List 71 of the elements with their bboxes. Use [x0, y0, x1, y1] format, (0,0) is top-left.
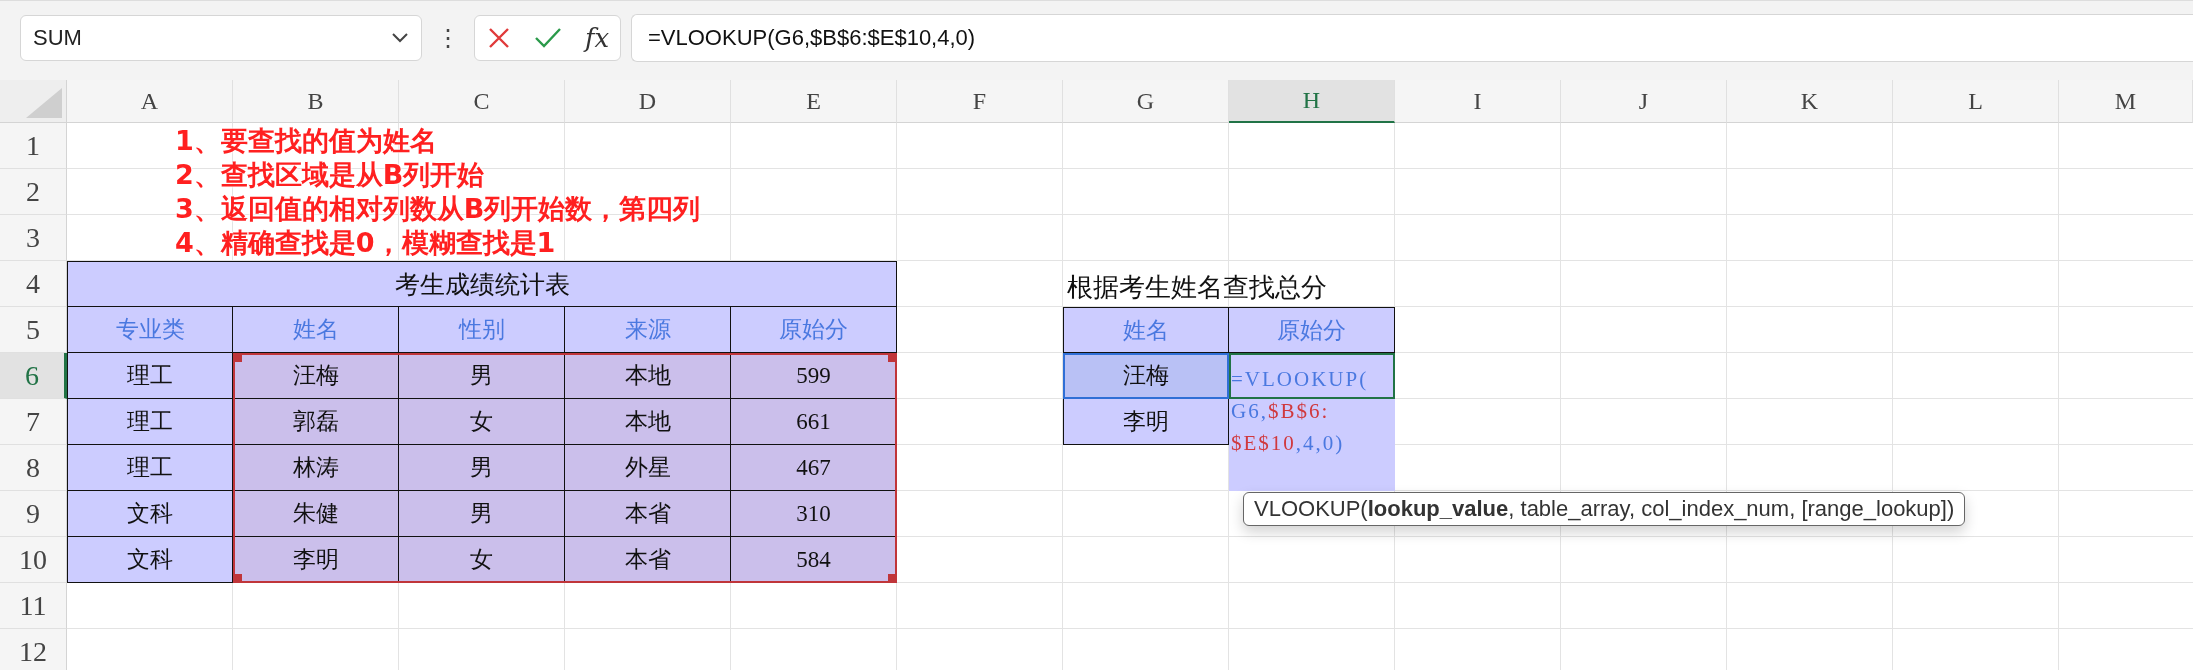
row-header[interactable]: 10 [0, 537, 67, 583]
column-header[interactable]: A [67, 80, 233, 123]
row-header[interactable]: 2 [0, 169, 67, 215]
table-cell: 男 [399, 353, 565, 399]
table-cell: 本省 [565, 537, 731, 583]
column-heading: 姓名 [1063, 307, 1229, 353]
column-header[interactable]: F [897, 80, 1063, 123]
table-cell: 599 [731, 353, 897, 399]
column-heading: 专业类 [67, 307, 233, 353]
table-cell: 李明 [233, 537, 399, 583]
column-header[interactable]: L [1893, 80, 2059, 123]
table-cell: 李明 [1063, 399, 1229, 445]
table-cell: 本省 [565, 491, 731, 537]
table-cell: 661 [731, 399, 897, 445]
column-header[interactable]: H [1229, 80, 1395, 123]
table-title: 考生成绩统计表 [67, 261, 897, 307]
table-cell: 郭磊 [233, 399, 399, 445]
table-cell: 女 [399, 399, 565, 445]
column-heading: 原始分 [731, 307, 897, 353]
chevron-down-icon[interactable] [391, 31, 409, 44]
table-cell: 男 [399, 491, 565, 537]
name-box[interactable]: SUM [20, 14, 422, 61]
annotation-text: 3、返回值的相对列数从B列开始数，第四列 [175, 192, 701, 226]
table-cell: 理工 [67, 399, 233, 445]
column-header[interactable]: D [565, 80, 731, 123]
row-header[interactable]: 5 [0, 307, 67, 353]
insert-function-button[interactable]: fx [584, 22, 610, 53]
column-header[interactable]: I [1395, 80, 1561, 123]
formula-field[interactable]: =VLOOKUP(G6,$B$6:$E$10,4,0) [631, 13, 2193, 62]
column-header[interactable]: G [1063, 80, 1229, 123]
row-header[interactable]: 9 [0, 491, 67, 537]
row-header[interactable]: 7 [0, 399, 67, 445]
table-cell: 文科 [67, 491, 233, 537]
column-header[interactable]: K [1727, 80, 1893, 123]
annotation-text: 2、查找区域是从B列开始 [175, 158, 486, 192]
lookup-title: 根据考生姓名查找总分 [1066, 272, 1328, 304]
more-options[interactable]: ⋮ [432, 23, 464, 52]
table-cell: 汪梅 [1063, 353, 1229, 399]
table-cell: 310 [731, 491, 897, 537]
table-cell: 男 [399, 445, 565, 491]
table-cell: 外星 [565, 445, 731, 491]
column-heading: 来源 [565, 307, 731, 353]
table-cell: 理工 [67, 445, 233, 491]
table-cell: 朱健 [233, 491, 399, 537]
annotation-text: 1、要查找的值为姓名 [175, 124, 438, 158]
table-cell: 汪梅 [233, 353, 399, 399]
column-heading: 姓名 [233, 307, 399, 353]
row-header[interactable]: 1 [0, 123, 67, 169]
function-tooltip: VLOOKUP(lookup_value, table_array, col_index_num, [range_lookup]) [1243, 492, 1966, 526]
column-header[interactable]: E [731, 80, 897, 123]
column-heading: 原始分 [1229, 307, 1395, 353]
row-header[interactable]: 3 [0, 215, 67, 261]
table-cell: 女 [399, 537, 565, 583]
table-cell: 本地 [565, 399, 731, 445]
row-header[interactable]: 4 [0, 261, 67, 307]
table-cell: 584 [731, 537, 897, 583]
row-header[interactable]: 8 [0, 445, 67, 491]
table-cell: 林涛 [233, 445, 399, 491]
column-header[interactable]: J [1561, 80, 1727, 123]
table-cell: 理工 [67, 353, 233, 399]
table-cell: 文科 [67, 537, 233, 583]
row-header[interactable]: 6 [0, 353, 67, 399]
row-header[interactable]: 11 [0, 583, 67, 629]
table-cell: 本地 [565, 353, 731, 399]
row-header[interactable]: 12 [0, 629, 67, 670]
column-header[interactable]: C [399, 80, 565, 123]
column-heading: 性别 [399, 307, 565, 353]
column-header[interactable]: B [233, 80, 399, 123]
column-header[interactable]: M [2059, 80, 2193, 123]
annotation-text: 4、精确查找是0，模糊查找是1 [175, 226, 557, 260]
table-cell: 467 [731, 445, 897, 491]
